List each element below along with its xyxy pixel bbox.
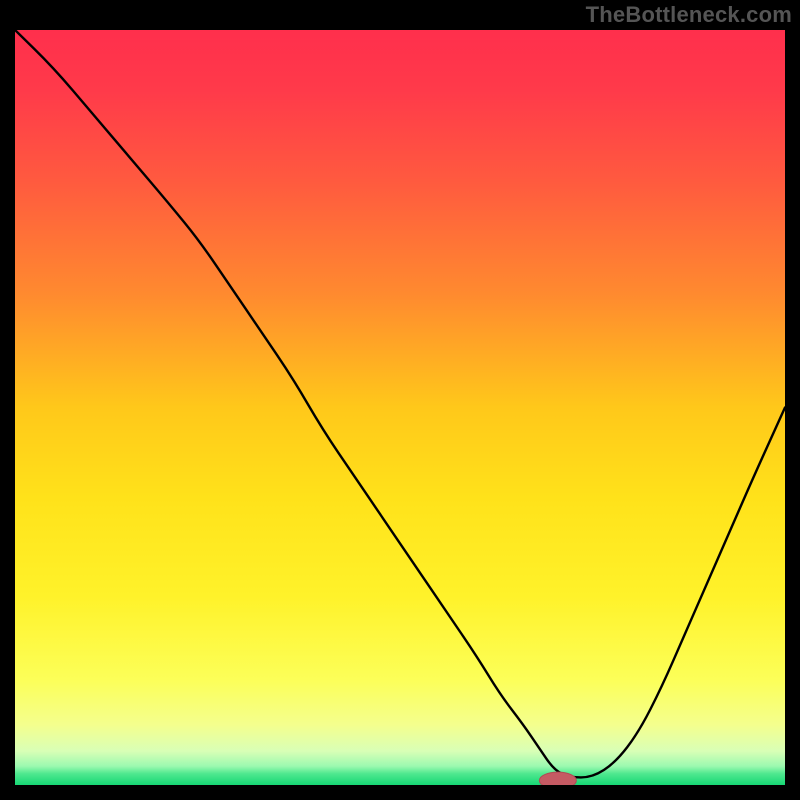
plot-area: [15, 30, 785, 785]
chart-frame: TheBottleneck.com: [0, 0, 800, 800]
bottleneck-chart: [15, 30, 785, 785]
watermark-text: TheBottleneck.com: [586, 2, 792, 28]
optimal-marker: [539, 772, 576, 785]
